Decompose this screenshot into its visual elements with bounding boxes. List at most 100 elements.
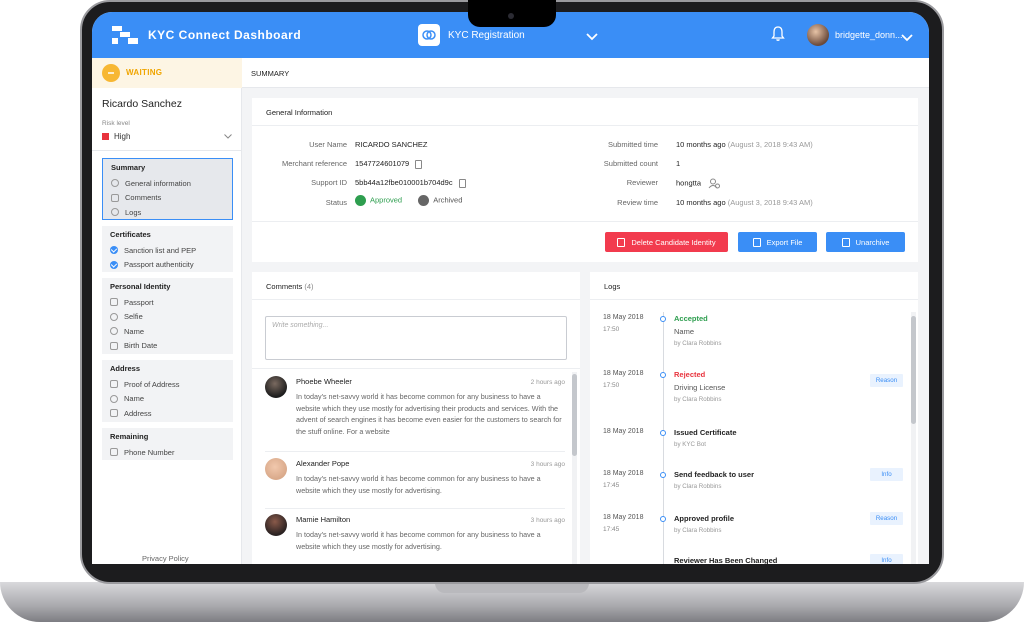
nav-item-passport-authenticity[interactable]: Passport authenticity	[102, 258, 233, 273]
nav-group-summary[interactable]: Summary General information Comments Log…	[102, 158, 233, 220]
log-title: Issued Certificate	[674, 428, 737, 437]
passport-icon	[110, 298, 118, 307]
delete-button-label: Delete Candidate Identity	[631, 237, 716, 247]
comments-header: Comments (4)	[252, 272, 580, 300]
support-id-label: Support ID	[311, 178, 347, 187]
nav-item-name[interactable]: Name	[102, 324, 233, 339]
logs-card: Logs 18 May 2018 17:50 Accepted Name by …	[590, 272, 918, 564]
copy-icon[interactable]	[458, 178, 466, 188]
commenter-name: Mamie Hamilton	[296, 515, 351, 524]
user-menu-chevron-icon[interactable]	[901, 29, 913, 47]
commenter-avatar	[265, 514, 287, 536]
commenter-name: Alexander Pope	[296, 459, 350, 468]
nav-item-comments[interactable]: Comments	[103, 191, 232, 206]
log-author: by KYC Bot	[674, 441, 706, 448]
merchant-reference-value: 1547724601079	[355, 159, 423, 169]
approved-icon	[355, 195, 366, 206]
bell-icon[interactable]	[771, 26, 785, 47]
nav-item-phone-number[interactable]: Phone Number	[102, 445, 233, 460]
user-name[interactable]: bridgette_donn...	[835, 30, 903, 40]
commenter-name: Phoebe Wheeler	[296, 377, 352, 386]
timeline-dot	[660, 516, 666, 522]
privacy-policy-link[interactable]: Privacy Policy	[142, 554, 189, 563]
info-tag[interactable]: Info	[870, 554, 903, 564]
user-avatar[interactable]	[807, 24, 829, 46]
archive-icon	[418, 195, 430, 206]
nav-item-proof-of-address[interactable]: Proof of Address	[102, 377, 233, 392]
nav-item-label: Logs	[125, 207, 142, 217]
document-icon	[110, 380, 118, 389]
general-information-title: General Information	[252, 98, 918, 126]
nav-group-title: Personal Identity	[110, 282, 171, 291]
clock-icon	[111, 208, 119, 217]
nav-item-sanction-list[interactable]: Sanction list and PEP	[102, 243, 233, 258]
nav-item-general-information[interactable]: General information	[103, 176, 232, 191]
nav-item-label: Selfie	[124, 312, 143, 322]
module-label: KYC Registration	[448, 29, 525, 41]
unarchive-button-label: Unarchive	[855, 237, 890, 247]
home-icon	[110, 409, 118, 418]
logs-scroll-thumb[interactable]	[911, 316, 916, 424]
nav-item-logs[interactable]: Logs	[103, 205, 232, 220]
commenter-avatar	[265, 376, 287, 398]
nav-item-birth-date[interactable]: Birth Date	[102, 339, 233, 354]
support-id-text: 5bb44a12fbe010001b704d9c	[355, 178, 453, 187]
chevron-down-icon[interactable]	[586, 28, 598, 46]
nav-group-address[interactable]: Address Proof of Address Name Address	[102, 360, 233, 422]
log-date: 18 May 2018	[603, 428, 644, 435]
user-name-value: RICARDO SANCHEZ	[355, 140, 428, 149]
nav-group-title: Certificates	[110, 230, 151, 239]
reason-tag[interactable]: Reason	[870, 374, 903, 387]
nav-item-label: Passport	[124, 297, 154, 307]
nav-item-label: Proof of Address	[124, 379, 180, 389]
comment-input[interactable]: Write something...	[265, 316, 567, 360]
unarchive-button[interactable]: Unarchive	[826, 232, 905, 252]
nav-group-remaining[interactable]: Remaining Phone Number	[102, 428, 233, 460]
log-entry: 18 May 2018 17:50 Accepted Name by Clara…	[603, 314, 903, 358]
breadcrumb-current: SUMMARY	[251, 69, 290, 78]
nav-group-personal-identity[interactable]: Personal Identity Passport Selfie Name B…	[102, 278, 233, 354]
delete-candidate-button[interactable]: Delete Candidate Identity	[605, 232, 728, 252]
log-time: 17:45	[603, 482, 620, 489]
log-title: Send feedback to user	[674, 470, 755, 479]
log-time: 17:50	[603, 326, 620, 333]
reason-tag[interactable]: Reason	[870, 512, 903, 525]
log-author: by Clara Robbins	[674, 340, 722, 347]
comments-scroll-thumb[interactable]	[572, 374, 577, 456]
change-reviewer-icon[interactable]	[708, 178, 721, 189]
log-time: 17:50	[603, 382, 620, 389]
nav-item-address-name[interactable]: Name	[102, 392, 233, 407]
nav-item-selfie[interactable]: Selfie	[102, 310, 233, 325]
selfie-icon	[110, 312, 118, 321]
log-entry: 18 May 2018 17:50 Rejected Driving Licen…	[603, 370, 903, 414]
nav-item-label: Sanction list and PEP	[124, 245, 197, 255]
nav-item-label: General information	[125, 178, 191, 188]
log-subject: Name	[674, 327, 695, 336]
nav-item-passport[interactable]: Passport	[102, 295, 233, 310]
nav-item-address[interactable]: Address	[102, 406, 233, 421]
module-switcher[interactable]: KYC Registration	[418, 24, 525, 46]
log-date: 18 May 2018	[603, 370, 644, 377]
comment-body: In today's net-savvy world it has become…	[296, 474, 541, 495]
comment-item: Phoebe Wheeler 2 hours ago In today's ne…	[265, 376, 565, 442]
submitted-time-label: Submitted time	[607, 140, 658, 149]
review-time-text: 10 months ago	[676, 198, 726, 207]
risk-level-select[interactable]: High	[102, 130, 232, 142]
review-time-value: 10 months ago (August 3, 2018 9:43 AM)	[676, 198, 813, 207]
calendar-icon	[110, 341, 118, 350]
info-tag[interactable]: Info	[870, 468, 903, 481]
log-date: 18 May 2018	[603, 314, 644, 321]
main-content: SUMMARY General Information User Name RI…	[242, 58, 929, 564]
card-divider	[252, 221, 918, 222]
submitted-time-value: 10 months ago (August 3, 2018 9:43 AM)	[676, 140, 813, 149]
export-file-button[interactable]: Export File	[738, 232, 817, 252]
app-logo-icon[interactable]	[112, 26, 138, 44]
reviewer-text: hongtta	[676, 178, 702, 188]
copy-icon[interactable]	[415, 159, 423, 169]
user-name-label: User Name	[309, 140, 347, 149]
screen: KYC Connect Dashboard KYC Registration b…	[92, 12, 929, 564]
log-entry: 18 May 2018 17:45 Approved profile by Cl…	[603, 512, 903, 544]
nav-group-title: Summary	[111, 163, 146, 172]
nav-group-certificates[interactable]: Certificates Sanction list and PEP Passp…	[102, 226, 233, 272]
log-entry: Reviewer Has Been Changed Info	[603, 554, 903, 564]
